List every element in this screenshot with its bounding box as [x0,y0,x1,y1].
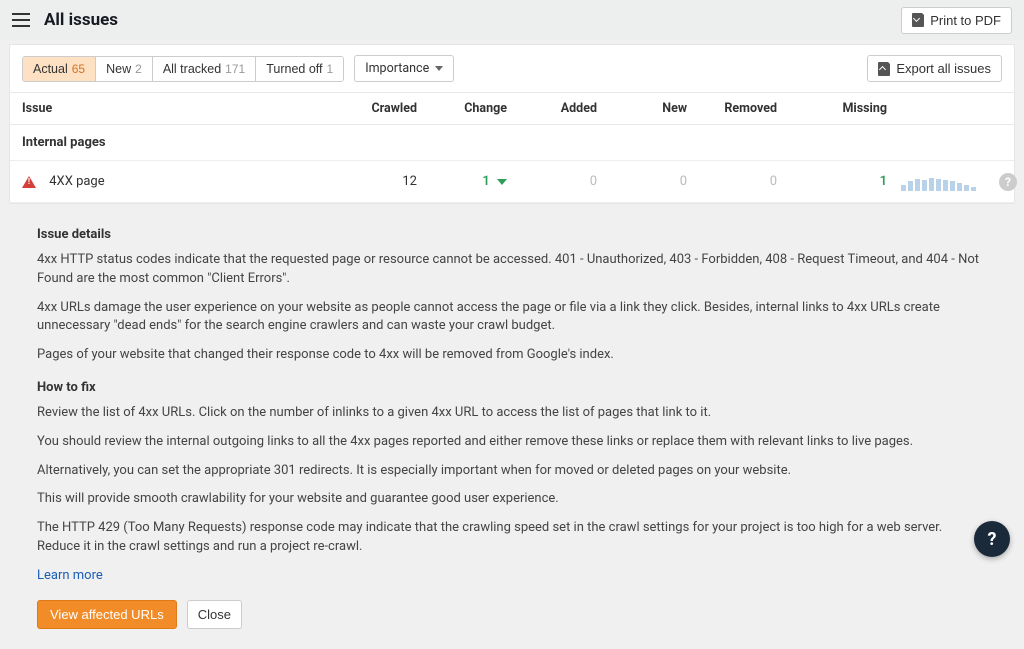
tab-count: 2 [135,62,142,76]
importance-dropdown[interactable]: Importance [354,55,454,82]
close-button[interactable]: Close [187,600,242,629]
print-to-pdf-button[interactable]: Print to PDF [901,7,1012,34]
error-icon [22,176,36,188]
export-button-label: Export all issues [896,61,991,76]
col-added: Added [507,101,597,116]
fix-text: You should review the internal outgoing … [37,433,987,452]
cell-new: 0 [597,174,687,189]
tab-count: 171 [225,62,245,76]
sparkline [887,173,977,191]
col-missing: Missing [777,101,887,116]
col-new: New [597,101,687,116]
cell-missing: 1 [777,174,887,189]
col-change: Change [417,101,507,116]
learn-more-link[interactable]: Learn more [37,568,103,583]
tab-label: Actual [33,62,68,76]
tab-turned-off[interactable]: Turned off 1 [256,57,343,81]
tab-all-tracked[interactable]: All tracked 171 [153,57,256,81]
section-internal-pages: Internal pages [10,125,1014,161]
issue-filter-tabs: Actual 65 New 2 All tracked 171 Turned o… [22,56,344,82]
tab-label: All tracked [163,62,221,76]
fix-text: Alternatively, you can set the appropria… [37,462,987,481]
details-text: Pages of your website that changed their… [37,346,987,365]
trend-down-icon [497,179,507,185]
tab-count: 1 [327,62,334,76]
how-to-fix-heading: How to fix [37,379,987,398]
chevron-down-icon [435,66,443,71]
cell-crawled: 12 [327,174,417,189]
help-fab[interactable]: ? [974,521,1010,557]
col-crawled: Crawled [327,101,417,116]
menu-icon[interactable] [12,13,30,27]
cell-change: 1 [482,174,489,189]
tab-label: New [106,62,131,76]
file-pdf-icon [912,13,924,27]
table-header: Issue Crawled Change Added New Removed M… [10,92,1014,125]
fix-text: This will provide smooth crawlability fo… [37,490,987,509]
fix-text: Review the list of 4xx URLs. Click on th… [37,404,987,423]
tab-count: 65 [72,62,85,76]
table-row[interactable]: 4XX page 12 1 0 0 0 1 ? [10,161,1014,203]
help-icon[interactable]: ? [999,173,1017,191]
tab-new[interactable]: New 2 [96,57,153,81]
view-affected-urls-button[interactable]: View affected URLs [37,600,177,629]
tab-label: Turned off [266,62,322,76]
tab-actual[interactable]: Actual 65 [23,57,96,81]
export-all-issues-button[interactable]: Export all issues [867,55,1002,82]
details-text: 4xx URLs damage the user experience on y… [37,299,987,337]
details-heading: Issue details [37,226,987,245]
col-issue: Issue [22,101,327,116]
details-text: 4xx HTTP status codes indicate that the … [37,251,987,289]
fix-text: The HTTP 429 (Too Many Requests) respons… [37,519,987,557]
print-button-label: Print to PDF [930,13,1001,28]
file-export-icon [878,62,890,76]
col-removed: Removed [687,101,777,116]
dropdown-label: Importance [365,61,429,76]
cell-removed: 0 [687,174,777,189]
page-title: All issues [44,10,901,30]
issue-details-panel: Issue details 4xx HTTP status codes indi… [9,208,1015,649]
issue-name: 4XX page [49,174,104,189]
cell-added: 0 [507,174,597,189]
